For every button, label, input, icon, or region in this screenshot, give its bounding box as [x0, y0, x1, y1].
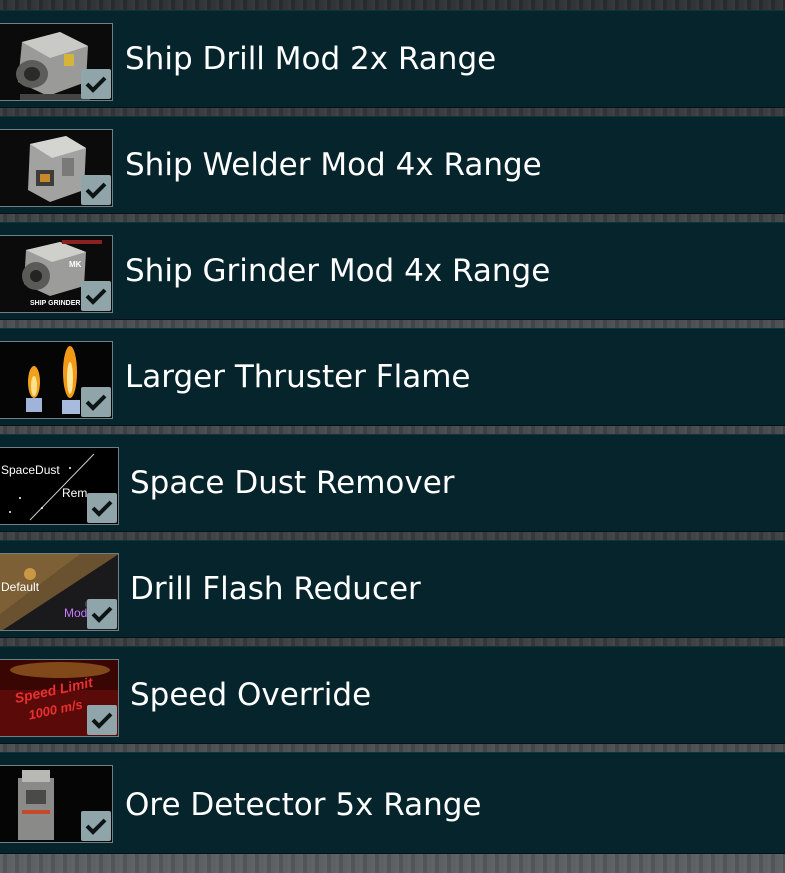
thumb-caption: Mod	[64, 606, 88, 620]
checkbox[interactable]	[81, 175, 111, 205]
checkbox[interactable]	[81, 387, 111, 417]
mod-row-ship-welder[interactable]: Ship Welder Mod 4x Range	[0, 116, 785, 214]
mod-row-space-dust[interactable]: SpaceDust Rem Space Dust Remover	[0, 434, 785, 532]
mod-row-drill-flash[interactable]: Default Mod Drill Flash Reducer	[0, 540, 785, 638]
thumb-caption: Rem	[62, 486, 88, 500]
checkmark-icon	[91, 500, 113, 517]
checkbox[interactable]	[81, 811, 111, 841]
checkmark-icon	[85, 288, 107, 305]
mod-title: Drill Flash Reducer	[130, 571, 421, 607]
checkmark-icon	[85, 76, 107, 93]
thumb-caption: SpaceDust	[1, 463, 60, 477]
drill-mod-thumbnail	[0, 23, 113, 101]
mod-title: Ship Drill Mod 2x Range	[125, 41, 497, 77]
checkmark-icon	[91, 712, 113, 729]
checkmark-icon	[85, 818, 107, 835]
ore-detector-thumbnail	[0, 765, 113, 843]
space-dust-thumbnail: SpaceDust Rem	[0, 447, 119, 525]
checkbox[interactable]	[87, 599, 117, 629]
mod-title: Ship Grinder Mod 4x Range	[125, 253, 551, 289]
mod-title: Space Dust Remover	[130, 465, 455, 501]
mod-title: Larger Thruster Flame	[125, 359, 471, 395]
checkmark-icon	[85, 182, 107, 199]
checkmark-icon	[91, 606, 113, 623]
thumb-caption: MK	[69, 260, 82, 269]
mod-row-speed-override[interactable]: Speed Limit 1000 m/s Speed Override	[0, 646, 785, 744]
mod-row-thruster-flame[interactable]: Larger Thruster Flame	[0, 328, 785, 426]
thruster-flame-thumbnail	[0, 341, 113, 419]
mod-row-ore-detector[interactable]: Ore Detector 5x Range	[0, 752, 785, 854]
checkbox[interactable]	[87, 493, 117, 523]
mod-row-ship-drill[interactable]: Ship Drill Mod 2x Range	[0, 10, 785, 108]
checkbox[interactable]	[81, 281, 111, 311]
mod-title: Speed Override	[130, 677, 372, 713]
mod-title: Ship Welder Mod 4x Range	[125, 147, 542, 183]
mod-title: Ore Detector 5x Range	[125, 787, 482, 823]
thumb-caption: Default	[1, 580, 40, 594]
mod-list: Ship Drill Mod 2x Range Ship Welder Mod …	[0, 0, 785, 873]
welder-mod-thumbnail	[0, 129, 113, 207]
drill-flash-thumbnail: Default Mod	[0, 553, 119, 631]
checkbox[interactable]	[81, 69, 111, 99]
grinder-mod-thumbnail: MK SHIP GRINDER	[0, 235, 113, 313]
mod-row-ship-grinder[interactable]: MK SHIP GRINDER Ship Grinder Mod 4x Rang…	[0, 222, 785, 320]
thumb-caption: SHIP GRINDER	[30, 300, 81, 307]
checkbox[interactable]	[87, 705, 117, 735]
checkmark-icon	[85, 394, 107, 411]
speed-limit-thumbnail: Speed Limit 1000 m/s	[0, 659, 119, 737]
